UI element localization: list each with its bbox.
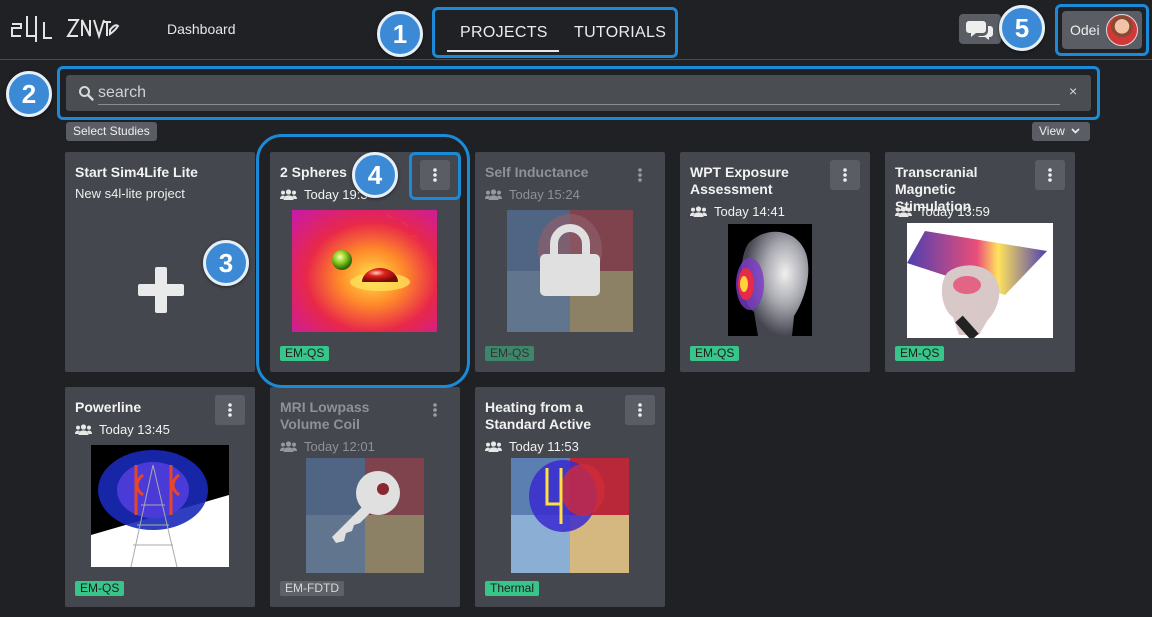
search-highlight: × [57,66,1100,120]
user-menu-highlight: Odei [1055,4,1149,56]
card-title: Heating from a Standard Active [485,399,592,432]
plus-icon[interactable] [138,267,184,313]
callout-badge-4: 4 [352,152,398,198]
chat-button[interactable] [959,14,1001,44]
project-card-wpt-exposure[interactable]: WPT Exposure Assessment Today 14:41 EM-Q… [680,152,870,372]
search-bar: × [66,75,1091,111]
card-title: Powerline [75,399,142,415]
people-icon [485,441,502,452]
card-date-text: Today 14:41 [714,204,785,219]
search-input[interactable] [98,81,1060,105]
tab-projects[interactable]: PROJECTS [460,24,548,42]
more-vertical-icon [843,168,847,182]
card-title: Self Inductance [485,164,589,180]
card-date: Today 14:41 [690,204,785,219]
card-menu-button[interactable] [420,395,450,425]
card-date: Today 11:53 [485,439,579,454]
user-menu-button[interactable]: Odei [1062,11,1142,49]
lock-icon [540,224,600,296]
callout-badge-5: 5 [999,5,1045,51]
s4l-logo-icon [11,16,120,42]
card-date-text: Today 11:53 [509,439,579,454]
nav-dashboard-link[interactable]: Dashboard [167,21,236,37]
user-name: Odei [1070,22,1100,38]
people-icon [280,441,297,452]
solver-tag: Thermal [485,581,540,596]
people-icon [895,206,912,217]
people-icon [690,206,707,217]
card-thumbnail [728,224,812,336]
tab-bar: PROJECTS TUTORIALS [432,7,678,58]
search-clear-button[interactable]: × [1069,83,1077,99]
card-title: Start Sim4Life Lite [75,164,198,180]
card-date-text: Today 13:59 [919,204,990,219]
view-dropdown-label: View [1039,124,1065,138]
card-date: Today 13:59 [895,204,990,219]
solver-tag: EM-QS [75,581,125,596]
card-menu-button[interactable] [1035,160,1065,190]
solver-tag: EM-FDTD [280,581,344,596]
key-icon [332,471,400,543]
more-vertical-icon [1048,168,1052,182]
app-logo[interactable] [10,10,120,46]
card-title: MRI Lowpass Volume Coil [280,399,370,432]
card-date: Today 12:01 [280,439,375,454]
card-title: WPT Exposure Assessment [690,164,789,197]
project-card-mri-lowpass[interactable]: MRI Lowpass Volume Coil Today 12:01 EM-F… [270,387,460,607]
callout-badge-3: 3 [203,240,249,286]
card-menu-button[interactable] [625,395,655,425]
card-menu-button[interactable] [625,160,655,190]
solver-tag: EM-QS [895,346,945,361]
people-icon [75,424,92,435]
card-date: Today 13:45 [75,422,170,437]
menu-highlight [409,152,461,200]
more-vertical-icon [228,403,232,417]
callout-badge-2: 2 [6,71,52,117]
card-date-text: Today 13:45 [99,422,170,437]
more-vertical-icon [638,168,642,182]
tab-tutorials[interactable]: TUTORIALS [574,24,666,42]
select-studies-button[interactable]: Select Studies [66,122,157,141]
active-tab-indicator [447,50,559,52]
card-menu-button[interactable] [215,395,245,425]
card-thumbnail [907,223,1053,338]
view-dropdown[interactable]: View [1032,122,1090,141]
top-bar: Dashboard PROJECTS TUTORIALS Odei [0,0,1152,60]
card-date-text: Today 12:01 [304,439,375,454]
avatar [1106,14,1138,46]
card-date: Today 15:24 [485,187,580,202]
solver-tag: EM-QS [485,346,535,361]
project-card-heating[interactable]: Heating from a Standard Active Today 11:… [475,387,665,607]
card-menu-button[interactable] [830,160,860,190]
project-card-tms[interactable]: Transcranial Magnetic Stimulation Today … [885,152,1075,372]
card-thumbnail [511,458,629,573]
more-vertical-icon [638,403,642,417]
callout-badge-1: 1 [377,11,423,57]
card-thumbnail [91,445,229,567]
project-card-self-inductance[interactable]: Self Inductance Today 15:24 EM-QS [475,152,665,372]
card-subtitle: New s4l-lite project [75,186,185,201]
card-date-text: Today 15:24 [509,187,580,202]
project-card-powerline[interactable]: Powerline Today 13:45 EM-QS [65,387,255,607]
search-icon [79,86,94,101]
chevron-down-icon [1071,128,1080,134]
people-icon [485,189,502,200]
solver-tag: EM-QS [690,346,740,361]
more-vertical-icon [433,403,437,417]
chat-icon [966,21,993,40]
